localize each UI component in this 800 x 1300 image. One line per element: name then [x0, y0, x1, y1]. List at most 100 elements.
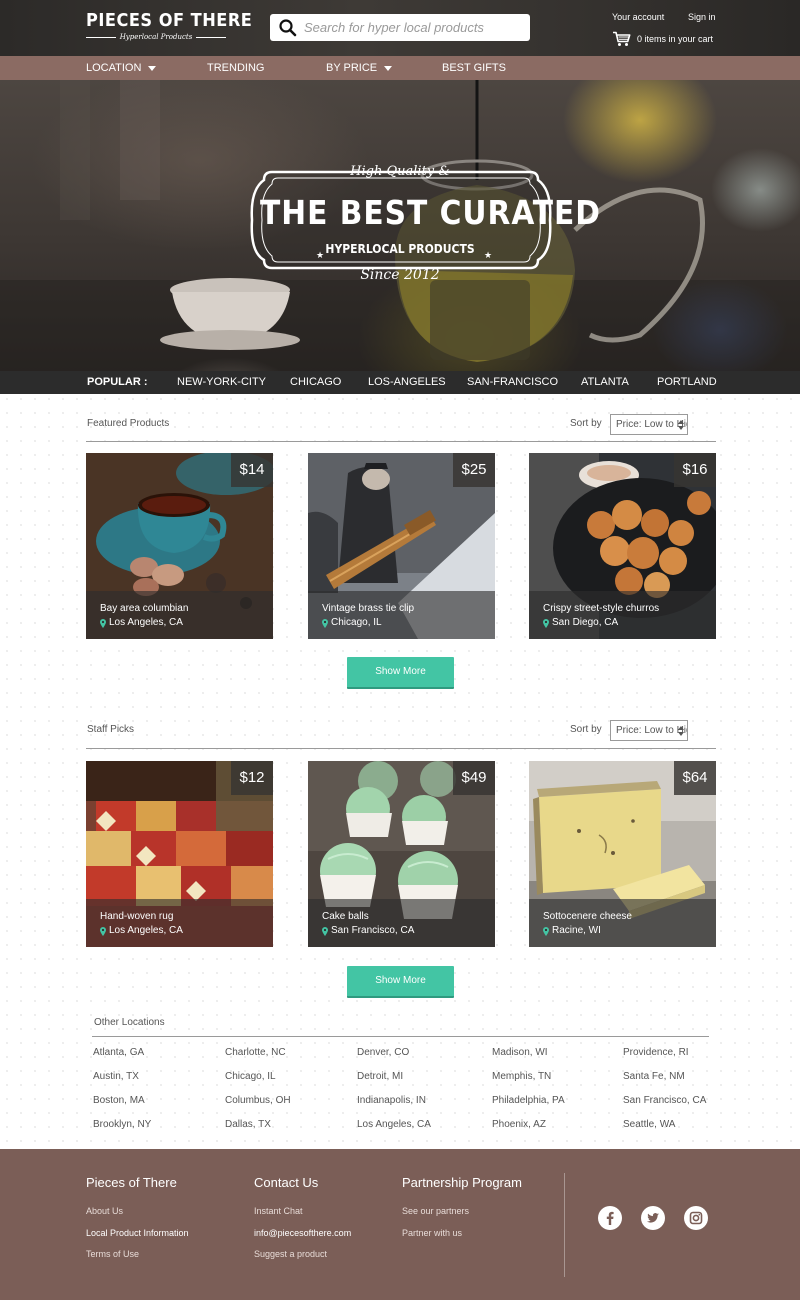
product-name: Bay area columbian	[100, 603, 189, 614]
product-card[interactable]: $25 Vintage brass tie clip Chicago, IL	[308, 453, 495, 639]
section-divider	[86, 748, 716, 749]
cart-link[interactable]: 0 items in your cart	[612, 31, 713, 47]
location-link[interactable]: Boston, MA	[93, 1095, 145, 1106]
product-location-text: San Francisco, CA	[331, 925, 415, 936]
location-pin-icon	[100, 926, 106, 936]
product-name: Crispy street-style churros	[543, 603, 660, 614]
sort-arrows-icon	[678, 726, 684, 736]
location-link[interactable]: Los Angeles, CA	[357, 1119, 431, 1130]
nav-location-label: LOCATION	[86, 62, 142, 74]
nav-trending[interactable]: TRENDING	[207, 56, 264, 80]
staff-sort-label: Sort by	[570, 724, 602, 735]
popular-city-link[interactable]: ATLANTA	[581, 371, 629, 394]
location-link[interactable]: Atlanta, GA	[93, 1047, 144, 1058]
location-pin-icon	[100, 618, 106, 628]
popular-city-link[interactable]: SAN-FRANCISCO	[467, 371, 558, 394]
location-link[interactable]: Charlotte, NC	[225, 1047, 286, 1058]
product-location: San Diego, CA	[543, 617, 716, 629]
search-input[interactable]	[304, 20, 519, 35]
product-name: Vintage brass tie clip	[322, 603, 415, 614]
featured-sort-label: Sort by	[570, 418, 602, 429]
footer-column-partnership: Partnership Program See our partners Par…	[402, 1175, 522, 1244]
hero-banner: ★ ★ High Quality & THE BEST CURATED HYPE…	[0, 80, 800, 371]
footer-link[interactable]: Instant Chat	[254, 1201, 351, 1223]
location-link[interactable]: Denver, CO	[357, 1047, 409, 1058]
hero-badge-since-text: Since 2012	[360, 267, 440, 283]
location-link[interactable]: Indianapolis, IN	[357, 1095, 426, 1106]
footer-column-contact: Contact Us Instant Chat info@piecesofthe…	[254, 1175, 351, 1266]
nav-best-gifts-label: BEST GIFTS	[442, 62, 506, 74]
location-link[interactable]: Chicago, IL	[225, 1071, 276, 1082]
footer-link[interactable]: Local Product Information	[86, 1223, 189, 1245]
location-link[interactable]: Seattle, WA	[623, 1119, 675, 1130]
sign-in-link[interactable]: Sign in	[688, 12, 716, 22]
product-price: $14	[231, 453, 273, 487]
product-caption: Crispy street-style churros San Diego, C…	[529, 591, 716, 639]
staff-show-more-button[interactable]: Show More	[347, 966, 454, 998]
product-card[interactable]: $16 Crispy street-style churros San Dieg…	[529, 453, 716, 639]
location-link[interactable]: Columbus, OH	[225, 1095, 291, 1106]
logo-divider	[86, 36, 116, 38]
product-caption: Hand-woven rug Los Angeles, CA	[86, 899, 273, 947]
location-link[interactable]: San Francisco, CA	[623, 1095, 706, 1106]
logo-tagline-row: Hyperlocal Products	[86, 33, 226, 41]
product-caption: Cake balls San Francisco, CA	[308, 899, 495, 947]
location-link[interactable]: Madison, WI	[492, 1047, 548, 1058]
product-name: Sottocenere cheese	[543, 911, 632, 922]
location-link[interactable]: Brooklyn, NY	[93, 1119, 151, 1130]
footer-link[interactable]: See our partners	[402, 1201, 522, 1223]
popular-city-link[interactable]: CHICAGO	[290, 371, 341, 394]
product-card[interactable]: $49 Cake balls San Francisco, CA	[308, 761, 495, 947]
site-logo[interactable]: PIECES OF THERE Hyperlocal Products	[86, 10, 252, 41]
site-footer: Pieces of There About Us Local Product I…	[0, 1149, 800, 1300]
footer-link[interactable]: info@piecesofthere.com	[254, 1223, 351, 1245]
location-link[interactable]: Dallas, TX	[225, 1119, 271, 1130]
other-locations-title: Other Locations	[94, 1017, 165, 1028]
product-location: Los Angeles, CA	[100, 617, 273, 629]
product-card[interactable]: $14 Bay area columbian Los Angeles, CA	[86, 453, 273, 639]
search-icon[interactable]	[278, 18, 298, 38]
nav-by-price[interactable]: BY PRICE	[326, 56, 393, 80]
footer-link[interactable]: Terms of Use	[86, 1244, 189, 1266]
popular-city-link[interactable]: NEW-YORK-CITY	[177, 371, 266, 394]
nav-by-price-label: BY PRICE	[326, 62, 378, 74]
footer-link[interactable]: Suggest a product	[254, 1244, 351, 1266]
location-link[interactable]: Phoenix, AZ	[492, 1119, 546, 1130]
popular-label: POPULAR :	[87, 376, 148, 388]
popular-city-link[interactable]: PORTLAND	[657, 371, 717, 394]
location-link[interactable]: Detroit, MI	[357, 1071, 403, 1082]
product-caption: Vintage brass tie clip Chicago, IL	[308, 591, 495, 639]
location-link[interactable]: Austin, TX	[93, 1071, 139, 1082]
logo-divider	[196, 36, 226, 38]
product-price: $64	[674, 761, 716, 795]
product-card[interactable]: $64 Sottocenere cheese Racine, WI	[529, 761, 716, 947]
popular-city-link[interactable]: LOS-ANGELES	[368, 371, 446, 394]
product-card[interactable]: $12 Hand-woven rug Los Angeles, CA	[86, 761, 273, 947]
location-link[interactable]: Philadelphia, PA	[492, 1095, 565, 1106]
instagram-icon[interactable]	[684, 1206, 708, 1230]
site-header: PIECES OF THERE Hyperlocal Products Your…	[0, 0, 800, 56]
twitter-icon[interactable]	[641, 1206, 665, 1230]
section-divider	[92, 1036, 709, 1037]
section-divider	[86, 441, 716, 442]
staff-sort-select[interactable]: Price: Low to High	[610, 720, 688, 741]
popular-cities-bar: POPULAR : NEW-YORK-CITY CHICAGO LOS-ANGE…	[0, 371, 800, 394]
location-link[interactable]: Santa Fe, NM	[623, 1071, 685, 1082]
nav-best-gifts[interactable]: BEST GIFTS	[442, 56, 506, 80]
product-location-text: Racine, WI	[552, 925, 601, 936]
featured-sort-select[interactable]: Price: Low to High	[610, 414, 688, 435]
chevron-down-icon	[384, 65, 393, 71]
nav-location[interactable]: LOCATION	[86, 56, 157, 80]
product-price: $16	[674, 453, 716, 487]
main-nav: LOCATION TRENDING BY PRICE BEST GIFTS	[0, 56, 800, 80]
featured-show-more-button[interactable]: Show More	[347, 657, 454, 689]
footer-heading: Partnership Program	[402, 1175, 522, 1190]
your-account-link[interactable]: Your account	[612, 12, 664, 22]
product-name: Hand-woven rug	[100, 911, 174, 922]
facebook-icon[interactable]	[598, 1206, 622, 1230]
location-pin-icon	[543, 618, 549, 628]
footer-link[interactable]: About Us	[86, 1201, 189, 1223]
location-link[interactable]: Providence, RI	[623, 1047, 689, 1058]
footer-link[interactable]: Partner with us	[402, 1223, 522, 1245]
location-link[interactable]: Memphis, TN	[492, 1071, 551, 1082]
